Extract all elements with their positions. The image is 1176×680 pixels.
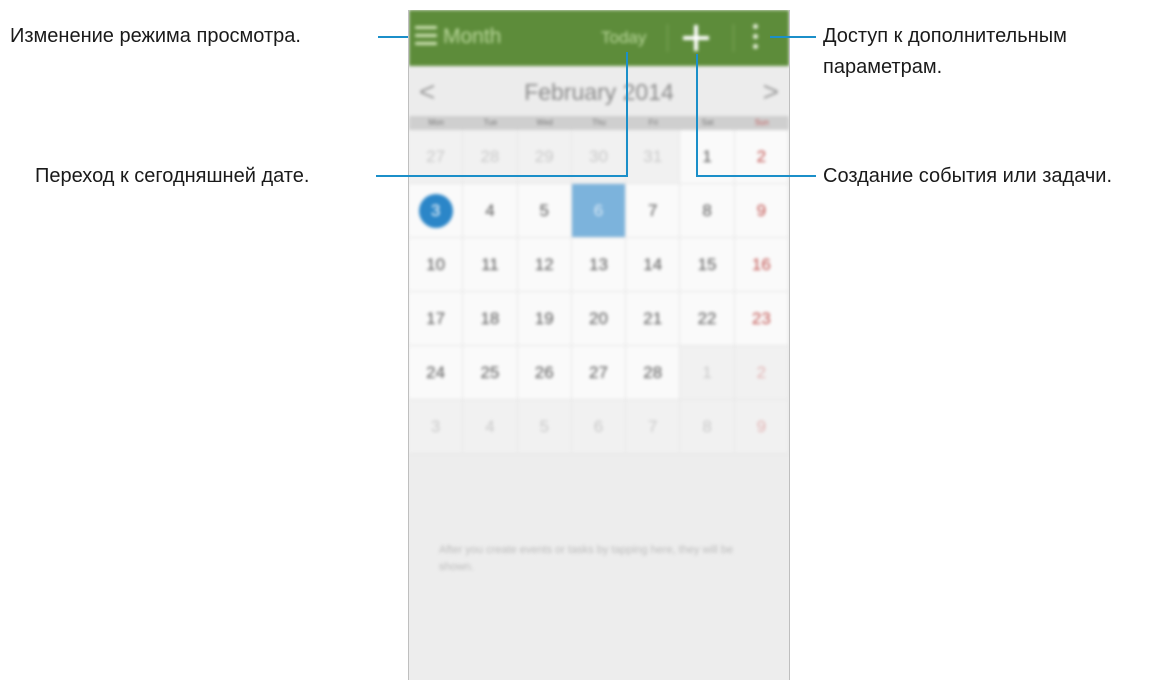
day-cell[interactable]: 1 xyxy=(680,346,735,400)
day-cell[interactable]: 9 xyxy=(734,184,789,238)
day-cell[interactable]: 14 xyxy=(626,238,681,292)
day-cell[interactable]: 18 xyxy=(463,292,518,346)
callout-today: Переход к сегодняшней дате. xyxy=(35,165,310,187)
divider xyxy=(667,24,668,52)
week-row: 3 4 5 6 7 8 9 xyxy=(409,184,789,238)
callout-view-mode: Изменение режима просмотра. xyxy=(10,25,301,47)
week-row: 24 25 26 27 28 1 2 xyxy=(409,346,789,400)
day-cell[interactable]: 3 xyxy=(409,400,464,454)
day-cell[interactable]: 11 xyxy=(463,238,518,292)
day-cell-selected[interactable]: 6 xyxy=(571,184,627,238)
day-cell[interactable]: 4 xyxy=(463,400,518,454)
day-cell[interactable]: 23 xyxy=(734,292,789,346)
callout-line-create xyxy=(696,175,816,177)
callout-line-create-vertical xyxy=(696,54,698,177)
day-cell[interactable]: 20 xyxy=(571,292,627,346)
weekday-label: Mon xyxy=(428,118,444,127)
weekday-label: Wed xyxy=(536,118,553,127)
day-cell[interactable]: 26 xyxy=(517,346,572,400)
day-cell[interactable]: 8 xyxy=(680,184,735,238)
day-cell[interactable]: 9 xyxy=(734,400,789,454)
day-cell[interactable]: 31 xyxy=(626,130,681,184)
day-cell[interactable]: 15 xyxy=(680,238,735,292)
week-row: 10 11 12 13 14 15 16 xyxy=(409,238,789,292)
day-cell[interactable]: 24 xyxy=(409,346,464,400)
more-vert-icon[interactable] xyxy=(751,24,759,54)
divider xyxy=(733,24,734,52)
day-cell[interactable]: 6 xyxy=(571,400,627,454)
day-cell[interactable]: 8 xyxy=(680,400,735,454)
action-bar: Month Today xyxy=(409,10,789,66)
day-cell[interactable]: 27 xyxy=(571,346,627,400)
day-cell[interactable]: 17 xyxy=(409,292,464,346)
day-cell[interactable]: 19 xyxy=(517,292,572,346)
weekday-label: Thu xyxy=(592,118,606,127)
day-cell[interactable]: 10 xyxy=(409,238,464,292)
callout-line-view-mode xyxy=(378,36,408,38)
day-cell[interactable]: 25 xyxy=(463,346,518,400)
callout-more-options-line1: Доступ к дополнительным xyxy=(823,25,1067,47)
callout-create: Создание события или задачи. xyxy=(823,165,1113,187)
day-cell[interactable]: 13 xyxy=(571,238,627,292)
view-mode-label[interactable]: Month xyxy=(443,25,501,49)
day-cell[interactable]: 5 xyxy=(517,184,572,238)
weekday-label: Tue xyxy=(483,118,498,127)
weekday-label: Fri xyxy=(648,118,658,127)
calendar-app-screen: Month Today < February 2014 > Mon Tue We… xyxy=(408,10,790,680)
next-month-button[interactable]: > xyxy=(763,76,779,108)
plus-icon[interactable] xyxy=(683,25,709,51)
day-cell[interactable]: 5 xyxy=(517,400,572,454)
menu-icon[interactable] xyxy=(415,26,437,46)
weekday-header: Mon Tue Wed Thu Fri Sat Sun xyxy=(409,116,789,130)
callout-more-options-line2: параметрам. xyxy=(823,56,943,78)
today-button[interactable]: Today xyxy=(601,28,646,48)
callout-line-today-vertical xyxy=(626,52,628,177)
callout-line-today xyxy=(376,175,628,177)
callout-line-more xyxy=(770,36,816,38)
month-title: February 2014 xyxy=(524,79,674,105)
day-cell[interactable]: 16 xyxy=(734,238,789,292)
weekday-label: Sun xyxy=(754,118,769,127)
day-cell[interactable]: 28 xyxy=(626,346,681,400)
week-row: 3 4 5 6 7 8 9 xyxy=(409,400,789,454)
day-cell[interactable]: 4 xyxy=(463,184,518,238)
day-cell-today[interactable]: 3 xyxy=(409,184,464,238)
month-grid: 27 28 29 30 31 1 2 3 4 5 6 7 8 9 10 11 1… xyxy=(409,130,789,454)
day-cell[interactable]: 21 xyxy=(626,292,681,346)
empty-events-message[interactable]: After you create events or tasks by tapp… xyxy=(439,542,759,576)
day-cell[interactable]: 7 xyxy=(626,400,681,454)
day-cell[interactable]: 12 xyxy=(517,238,572,292)
month-navigation: < February 2014 > xyxy=(409,68,789,116)
weekday-label: Sat xyxy=(701,118,714,127)
week-row: 17 18 19 20 21 22 23 xyxy=(409,292,789,346)
day-cell[interactable]: 2 xyxy=(734,346,789,400)
day-cell[interactable]: 22 xyxy=(680,292,735,346)
day-number: 3 xyxy=(430,200,441,220)
day-cell[interactable]: 7 xyxy=(626,184,681,238)
